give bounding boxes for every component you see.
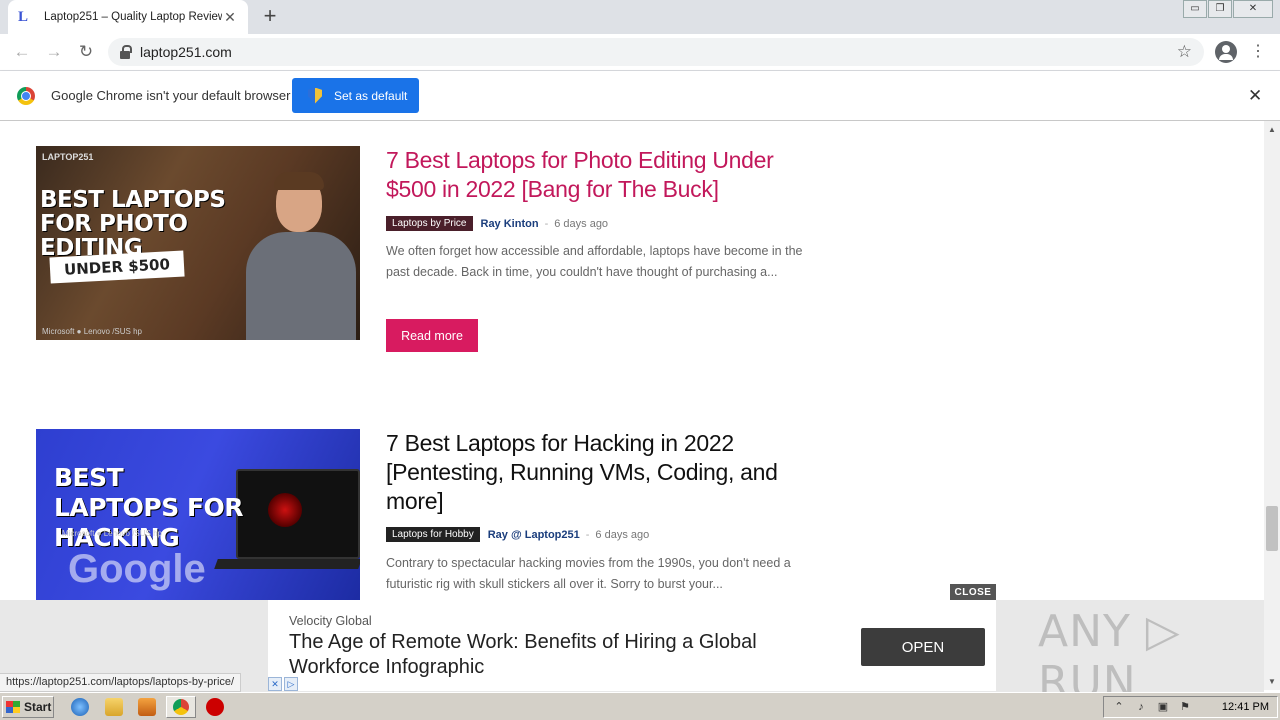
page-content: LAPTOP251 BEST LAPTOPS FOR PHOTO EDITING… (0, 121, 1264, 600)
author-link[interactable]: Ray @ Laptop251 (488, 529, 580, 541)
windows-logo-icon (6, 701, 20, 713)
shield-icon (308, 87, 322, 104)
thumb-headline: BEST LAPTOPS FOR PHOTO EDITING (40, 187, 226, 261)
post-meta: Laptops for Hobby Ray @ Laptop251 - 6 da… (386, 527, 649, 542)
post-title-link[interactable]: 7 Best Laptops for Photo Editing Under $… (386, 146, 806, 204)
thumb-tag: UNDER $500 (49, 250, 185, 284)
reload-button[interactable]: ↻ (74, 40, 98, 64)
address-bar[interactable]: laptop251.com ☆ (108, 38, 1204, 66)
chrome-logo-icon (17, 87, 35, 105)
set-as-default-button[interactable]: Set as default (292, 78, 419, 113)
volume-icon[interactable]: ♪ (1134, 700, 1148, 714)
post-date: 6 days ago (595, 528, 650, 541)
post-excerpt: Contrary to spectacular hacking movies f… (386, 556, 791, 591)
post-title-link[interactable]: 7 Best Laptops for Hacking in 2022 [Pent… (386, 429, 806, 516)
security-app-icon[interactable] (206, 698, 224, 716)
network-icon[interactable]: ▣ (1156, 700, 1170, 714)
clock[interactable]: 12:41 PM (1222, 701, 1269, 713)
scroll-thumb[interactable] (1266, 506, 1278, 551)
browser-tab[interactable]: L Laptop251 – Quality Laptop Reviews ✕ (8, 0, 248, 34)
post-date: 6 days ago (554, 217, 609, 230)
ad-close-button[interactable]: CLOSE (950, 584, 996, 600)
ad-open-button[interactable]: OPEN (861, 628, 985, 666)
scroll-up-icon[interactable]: ▲ (1268, 125, 1276, 134)
browser-menu-icon[interactable]: ⋮ (1250, 42, 1266, 62)
site-favicon-icon: L (18, 9, 29, 25)
post-item: BEST LAPTOPS FOR HACKING Microsoft ● Len… (36, 429, 816, 600)
post-thumbnail[interactable]: BEST LAPTOPS FOR HACKING Microsoft ● Len… (36, 429, 360, 600)
chrome-taskbar-button[interactable] (166, 696, 196, 718)
category-badge[interactable]: Laptops by Price (386, 216, 473, 231)
ad-close-x-icon[interactable]: ✕ (268, 677, 282, 691)
ad-choices-icon[interactable]: ▷ (284, 677, 298, 691)
author-link[interactable]: Ray Kinton (481, 218, 539, 230)
url-text: laptop251.com (140, 44, 232, 60)
tab-strip: L Laptop251 – Quality Laptop Reviews ✕ +… (0, 0, 1280, 34)
ad-title[interactable]: The Age of Remote Work: Benefits of Hiri… (289, 630, 829, 680)
thumb-google-text: Google (68, 547, 206, 591)
default-browser-infobar: Google Chrome isn't your default browser… (0, 71, 1280, 121)
explorer-folder-icon[interactable] (105, 698, 123, 716)
read-more-button[interactable]: Read more (386, 319, 478, 352)
lock-icon[interactable] (120, 45, 132, 59)
media-player-icon[interactable] (138, 698, 156, 716)
thumb-brand-logos: Microsoft ● Lenovo /SUS hp (42, 327, 142, 336)
thumb-brand-logos: Microsoft ● Lenovo /SUS hp (62, 529, 162, 538)
infobar-close-icon[interactable]: ✕ (1248, 86, 1262, 106)
post-thumbnail[interactable]: LAPTOP251 BEST LAPTOPS FOR PHOTO EDITING… (36, 146, 360, 340)
post-excerpt: We often forget how accessible and affor… (386, 244, 803, 279)
ad-banner[interactable]: Velocity Global The Age of Remote Work: … (268, 600, 996, 691)
ad-choices: ✕ ▷ (268, 677, 298, 691)
category-badge[interactable]: Laptops for Hobby (386, 527, 480, 542)
meta-separator: - (544, 217, 549, 230)
page-scrollbar[interactable]: ▲ ▼ (1264, 121, 1280, 690)
start-button[interactable]: Start (2, 696, 54, 718)
thumb-headline: BEST LAPTOPS FOR HACKING (54, 463, 244, 552)
infobar-text: Google Chrome isn't your default browser (51, 88, 291, 103)
tab-close-icon[interactable]: ✕ (222, 9, 238, 26)
system-tray: ⌃ ♪ ▣ ⚑ 12:41 PM (1103, 696, 1278, 718)
forward-button[interactable]: → (42, 40, 66, 64)
status-bar-url: https://laptop251.com/laptops/laptops-by… (0, 673, 242, 692)
tray-expand-icon[interactable]: ⌃ (1112, 700, 1126, 714)
start-label: Start (24, 700, 52, 714)
bookmark-star-icon[interactable]: ☆ (1177, 42, 1192, 62)
tab-title: Laptop251 – Quality Laptop Reviews (44, 11, 222, 23)
window-close-button[interactable]: ✕ (1233, 0, 1273, 18)
laptop-image (236, 469, 360, 559)
windows-taskbar: Start ⌃ ♪ ▣ ⚑ 12:41 PM (0, 692, 1280, 720)
flag-icon[interactable]: ⚑ (1178, 700, 1192, 714)
ie-icon[interactable] (71, 698, 89, 716)
meta-separator: - (585, 528, 590, 541)
post-meta: Laptops by Price Ray Kinton - 6 days ago (386, 216, 608, 231)
account-icon[interactable] (1215, 41, 1237, 63)
ad-sponsor: Velocity Global (289, 614, 372, 628)
thumb-brand: LAPTOP251 (42, 152, 94, 162)
new-tab-button[interactable]: + (258, 4, 282, 28)
back-button[interactable]: ← (10, 40, 34, 64)
browser-toolbar: ← → ↻ laptop251.com ☆ ⋮ (0, 34, 1280, 71)
set-as-default-label: Set as default (334, 88, 408, 103)
restore-button[interactable]: ❐ (1208, 0, 1232, 18)
chrome-taskbar-icon (173, 699, 189, 715)
post-item: LAPTOP251 BEST LAPTOPS FOR PHOTO EDITING… (36, 146, 816, 376)
minimize-button[interactable]: ▭ (1183, 0, 1207, 18)
